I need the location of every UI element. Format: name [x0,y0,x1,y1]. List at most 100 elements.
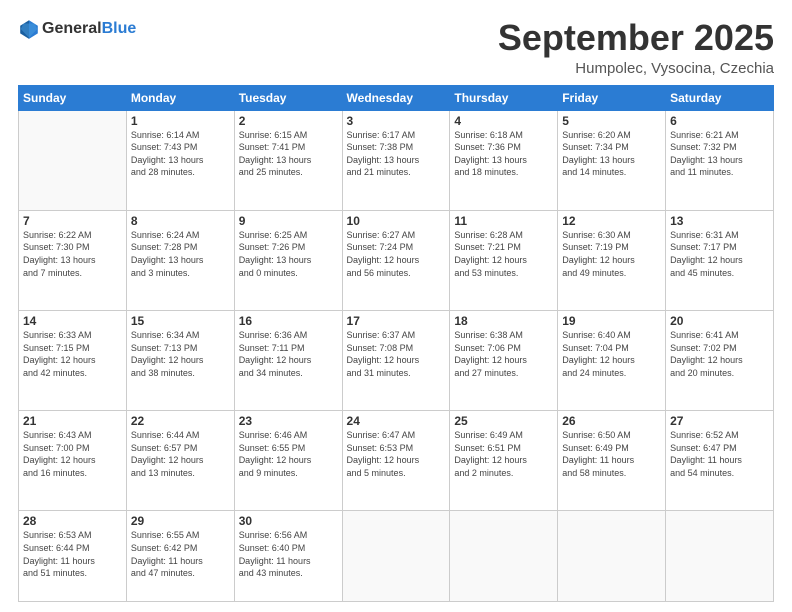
day-info: Sunrise: 6:28 AM Sunset: 7:21 PM Dayligh… [454,229,553,279]
calendar-cell: 15Sunrise: 6:34 AM Sunset: 7:13 PM Dayli… [126,310,234,410]
day-info: Sunrise: 6:37 AM Sunset: 7:08 PM Dayligh… [347,329,446,379]
col-tuesday: Tuesday [234,85,342,110]
calendar-week-row: 1Sunrise: 6:14 AM Sunset: 7:43 PM Daylig… [19,110,774,210]
day-info: Sunrise: 6:46 AM Sunset: 6:55 PM Dayligh… [239,429,338,479]
day-info: Sunrise: 6:27 AM Sunset: 7:24 PM Dayligh… [347,229,446,279]
calendar-cell: 18Sunrise: 6:38 AM Sunset: 7:06 PM Dayli… [450,310,558,410]
day-number: 6 [670,114,769,128]
day-info: Sunrise: 6:17 AM Sunset: 7:38 PM Dayligh… [347,129,446,179]
day-number: 4 [454,114,553,128]
calendar-cell: 8Sunrise: 6:24 AM Sunset: 7:28 PM Daylig… [126,210,234,310]
calendar-cell: 13Sunrise: 6:31 AM Sunset: 7:17 PM Dayli… [666,210,774,310]
calendar-cell: 1Sunrise: 6:14 AM Sunset: 7:43 PM Daylig… [126,110,234,210]
day-info: Sunrise: 6:41 AM Sunset: 7:02 PM Dayligh… [670,329,769,379]
day-number: 16 [239,314,338,328]
day-info: Sunrise: 6:24 AM Sunset: 7:28 PM Dayligh… [131,229,230,279]
day-number: 30 [239,514,338,528]
calendar-cell [450,511,558,602]
day-info: Sunrise: 6:50 AM Sunset: 6:49 PM Dayligh… [562,429,661,479]
day-number: 23 [239,414,338,428]
calendar-cell [666,511,774,602]
calendar-cell: 4Sunrise: 6:18 AM Sunset: 7:36 PM Daylig… [450,110,558,210]
day-info: Sunrise: 6:36 AM Sunset: 7:11 PM Dayligh… [239,329,338,379]
calendar-header-row: Sunday Monday Tuesday Wednesday Thursday… [19,85,774,110]
day-info: Sunrise: 6:38 AM Sunset: 7:06 PM Dayligh… [454,329,553,379]
calendar-cell: 2Sunrise: 6:15 AM Sunset: 7:41 PM Daylig… [234,110,342,210]
calendar-cell [342,511,450,602]
day-number: 2 [239,114,338,128]
calendar-cell: 5Sunrise: 6:20 AM Sunset: 7:34 PM Daylig… [558,110,666,210]
day-number: 9 [239,214,338,228]
day-number: 5 [562,114,661,128]
day-number: 1 [131,114,230,128]
day-number: 15 [131,314,230,328]
day-info: Sunrise: 6:43 AM Sunset: 7:00 PM Dayligh… [23,429,122,479]
day-number: 26 [562,414,661,428]
day-info: Sunrise: 6:31 AM Sunset: 7:17 PM Dayligh… [670,229,769,279]
calendar-cell: 16Sunrise: 6:36 AM Sunset: 7:11 PM Dayli… [234,310,342,410]
page: GeneralBlue September 2025 Humpolec, Vys… [0,0,792,612]
month-title: September 2025 [498,18,774,58]
day-number: 13 [670,214,769,228]
day-info: Sunrise: 6:20 AM Sunset: 7:34 PM Dayligh… [562,129,661,179]
calendar-cell: 27Sunrise: 6:52 AM Sunset: 6:47 PM Dayli… [666,411,774,511]
calendar-cell: 25Sunrise: 6:49 AM Sunset: 6:51 PM Dayli… [450,411,558,511]
calendar-cell: 20Sunrise: 6:41 AM Sunset: 7:02 PM Dayli… [666,310,774,410]
calendar-week-row: 14Sunrise: 6:33 AM Sunset: 7:15 PM Dayli… [19,310,774,410]
day-info: Sunrise: 6:53 AM Sunset: 6:44 PM Dayligh… [23,529,122,579]
col-sunday: Sunday [19,85,127,110]
calendar-cell: 9Sunrise: 6:25 AM Sunset: 7:26 PM Daylig… [234,210,342,310]
col-thursday: Thursday [450,85,558,110]
header: GeneralBlue September 2025 Humpolec, Vys… [18,18,774,77]
calendar-cell: 11Sunrise: 6:28 AM Sunset: 7:21 PM Dayli… [450,210,558,310]
title-block: September 2025 Humpolec, Vysocina, Czech… [498,18,774,77]
calendar-table: Sunday Monday Tuesday Wednesday Thursday… [18,85,774,602]
day-info: Sunrise: 6:44 AM Sunset: 6:57 PM Dayligh… [131,429,230,479]
day-number: 10 [347,214,446,228]
col-saturday: Saturday [666,85,774,110]
day-number: 12 [562,214,661,228]
col-wednesday: Wednesday [342,85,450,110]
logo: GeneralBlue [18,18,136,40]
day-info: Sunrise: 6:25 AM Sunset: 7:26 PM Dayligh… [239,229,338,279]
day-info: Sunrise: 6:30 AM Sunset: 7:19 PM Dayligh… [562,229,661,279]
calendar-cell: 6Sunrise: 6:21 AM Sunset: 7:32 PM Daylig… [666,110,774,210]
day-info: Sunrise: 6:22 AM Sunset: 7:30 PM Dayligh… [23,229,122,279]
day-number: 18 [454,314,553,328]
calendar-cell: 12Sunrise: 6:30 AM Sunset: 7:19 PM Dayli… [558,210,666,310]
day-number: 11 [454,214,553,228]
day-number: 17 [347,314,446,328]
day-info: Sunrise: 6:40 AM Sunset: 7:04 PM Dayligh… [562,329,661,379]
calendar-cell: 19Sunrise: 6:40 AM Sunset: 7:04 PM Dayli… [558,310,666,410]
calendar-cell: 24Sunrise: 6:47 AM Sunset: 6:53 PM Dayli… [342,411,450,511]
calendar-week-row: 28Sunrise: 6:53 AM Sunset: 6:44 PM Dayli… [19,511,774,602]
calendar-cell: 22Sunrise: 6:44 AM Sunset: 6:57 PM Dayli… [126,411,234,511]
day-number: 8 [131,214,230,228]
day-number: 29 [131,514,230,528]
calendar-cell: 30Sunrise: 6:56 AM Sunset: 6:40 PM Dayli… [234,511,342,602]
calendar-week-row: 7Sunrise: 6:22 AM Sunset: 7:30 PM Daylig… [19,210,774,310]
calendar-cell: 29Sunrise: 6:55 AM Sunset: 6:42 PM Dayli… [126,511,234,602]
calendar-cell: 26Sunrise: 6:50 AM Sunset: 6:49 PM Dayli… [558,411,666,511]
calendar-cell [558,511,666,602]
day-number: 28 [23,514,122,528]
calendar-cell: 7Sunrise: 6:22 AM Sunset: 7:30 PM Daylig… [19,210,127,310]
day-number: 22 [131,414,230,428]
day-info: Sunrise: 6:55 AM Sunset: 6:42 PM Dayligh… [131,529,230,579]
calendar-cell: 3Sunrise: 6:17 AM Sunset: 7:38 PM Daylig… [342,110,450,210]
day-number: 27 [670,414,769,428]
calendar-cell: 10Sunrise: 6:27 AM Sunset: 7:24 PM Dayli… [342,210,450,310]
day-number: 25 [454,414,553,428]
day-info: Sunrise: 6:47 AM Sunset: 6:53 PM Dayligh… [347,429,446,479]
day-info: Sunrise: 6:34 AM Sunset: 7:13 PM Dayligh… [131,329,230,379]
day-info: Sunrise: 6:56 AM Sunset: 6:40 PM Dayligh… [239,529,338,579]
calendar-cell: 17Sunrise: 6:37 AM Sunset: 7:08 PM Dayli… [342,310,450,410]
calendar-cell: 28Sunrise: 6:53 AM Sunset: 6:44 PM Dayli… [19,511,127,602]
day-info: Sunrise: 6:21 AM Sunset: 7:32 PM Dayligh… [670,129,769,179]
day-info: Sunrise: 6:49 AM Sunset: 6:51 PM Dayligh… [454,429,553,479]
day-number: 19 [562,314,661,328]
location-subtitle: Humpolec, Vysocina, Czechia [498,60,774,77]
day-number: 20 [670,314,769,328]
calendar-cell: 23Sunrise: 6:46 AM Sunset: 6:55 PM Dayli… [234,411,342,511]
day-number: 21 [23,414,122,428]
